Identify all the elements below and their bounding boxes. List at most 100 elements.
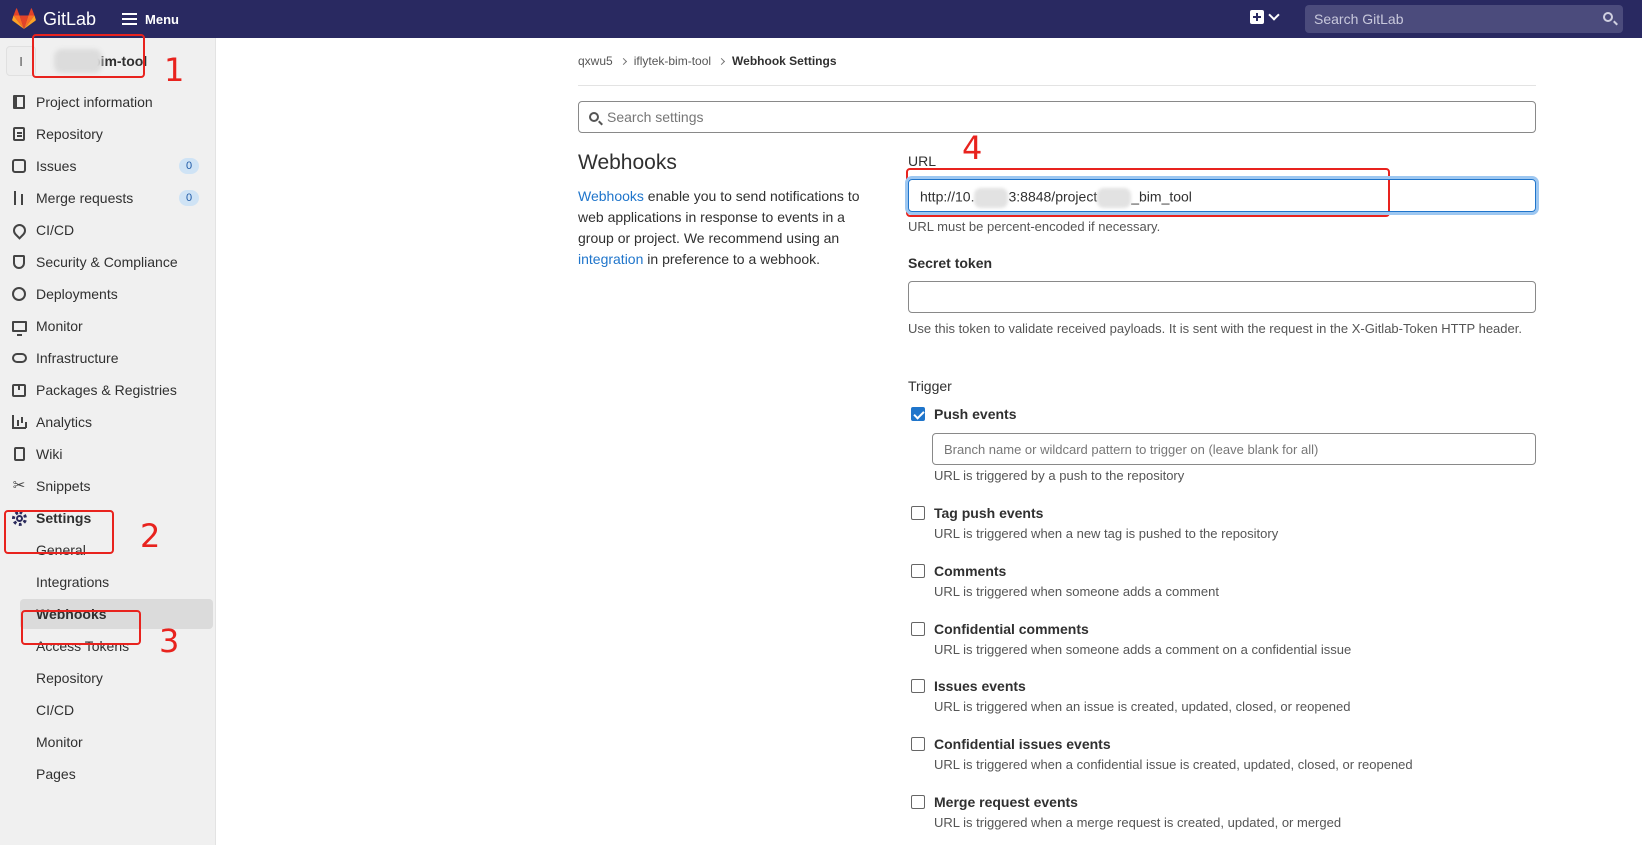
sidebar-item-merge-requests[interactable]: Merge requests 0 <box>0 183 216 213</box>
breadcrumb-project[interactable]: iflytek-bim-tool <box>634 54 711 68</box>
settings-search-input[interactable]: Search settings <box>578 101 1536 133</box>
sidebar-item-cicd[interactable]: CI/CD <box>0 215 216 245</box>
branch-filter-input[interactable]: Branch name or wildcard pattern to trigg… <box>932 433 1536 465</box>
search-icon <box>589 112 599 122</box>
push-events-help: URL is triggered by a push to the reposi… <box>934 468 1185 483</box>
secret-token-input[interactable] <box>908 281 1536 313</box>
url-value-part: _bim_tool <box>1131 188 1192 205</box>
annotation-box-2 <box>4 510 114 554</box>
comments-checkbox[interactable] <box>911 564 925 578</box>
count-badge: 0 <box>179 158 199 174</box>
top-navbar: GitLab Menu Search GitLab <box>0 0 1642 38</box>
tag-push-events-checkbox[interactable] <box>911 506 925 520</box>
sidebar-item-infrastructure[interactable]: Infrastructure <box>0 343 216 373</box>
search-icon <box>1603 12 1613 22</box>
sub-item-label: Pages <box>36 766 76 782</box>
document-icon <box>11 126 27 142</box>
sidebar-item-wiki[interactable]: Wiki <box>0 439 216 469</box>
trigger-label: Trigger <box>908 378 952 394</box>
page-title: Webhooks <box>578 151 677 174</box>
settings-sub-monitor[interactable]: Monitor <box>0 727 216 757</box>
annotation-box-3 <box>21 610 141 645</box>
new-dropdown-button[interactable] <box>1250 9 1280 24</box>
chart-icon <box>11 414 27 430</box>
sub-item-label: Repository <box>36 670 103 686</box>
package-icon <box>11 382 27 398</box>
sidebar-item-analytics[interactable]: Analytics <box>0 407 216 437</box>
count-badge: 0 <box>179 190 199 206</box>
sidebar-item-issues[interactable]: Issues 0 <box>0 151 216 181</box>
settings-sub-integrations[interactable]: Integrations <box>0 567 216 597</box>
sidebar-item-label: Infrastructure <box>36 350 119 366</box>
sidebar-item-label: Security & Compliance <box>36 254 178 270</box>
webhooks-doc-link[interactable]: Webhooks <box>578 188 644 204</box>
sidebar-item-label: Wiki <box>36 446 63 462</box>
hamburger-icon <box>122 13 138 25</box>
global-search-input[interactable]: Search GitLab <box>1305 5 1623 33</box>
sidebar-item-snippets[interactable]: ✂ Snippets <box>0 471 216 501</box>
issues-icon <box>11 158 27 174</box>
breadcrumb-current[interactable]: Webhook Settings <box>732 54 836 68</box>
sidebar-item-monitor[interactable]: Monitor <box>0 311 216 341</box>
sidebar-item-label: Merge requests <box>36 190 134 206</box>
url-input[interactable]: http://10. 3:8848/project _bim_tool <box>908 179 1536 212</box>
confidential-comments-label[interactable]: Confidential comments <box>934 621 1089 637</box>
branch-filter-placeholder: Branch name or wildcard pattern to trigg… <box>944 442 1319 457</box>
comments-label[interactable]: Comments <box>934 563 1006 579</box>
push-events-checkbox[interactable] <box>911 407 925 421</box>
merge-request-events-checkbox[interactable] <box>911 795 925 809</box>
tag-push-events-label[interactable]: Tag push events <box>934 505 1043 521</box>
wiki-icon <box>11 446 27 462</box>
annotation-number-3: 3 <box>159 622 180 660</box>
sidebar-item-repository[interactable]: Repository <box>0 119 216 149</box>
divider <box>578 85 1536 86</box>
menu-button[interactable]: Menu <box>122 12 179 27</box>
sidebar-item-deployments[interactable]: Deployments <box>0 279 216 309</box>
merge-request-events-help: URL is triggered when a merge request is… <box>934 815 1342 830</box>
settings-search-placeholder: Search settings <box>607 109 704 125</box>
gitlab-logo[interactable]: GitLab <box>12 8 96 30</box>
sidebar-item-label: Monitor <box>36 318 83 334</box>
annotation-box-1 <box>32 34 145 78</box>
annotation-number-1: 1 <box>164 51 185 89</box>
url-label: URL <box>908 153 937 169</box>
secret-token-help: Use this token to validate received payl… <box>908 321 1522 336</box>
sub-item-label: Monitor <box>36 734 83 750</box>
scissors-icon: ✂ <box>12 477 26 494</box>
merge-request-events-label[interactable]: Merge request events <box>934 794 1078 810</box>
blurred-region <box>974 188 1009 208</box>
breadcrumb-user[interactable]: qxwu5 <box>578 54 613 68</box>
blurred-region <box>1097 188 1132 208</box>
sidebar-item-label: Packages & Registries <box>36 382 177 398</box>
gitlab-fox-icon <box>12 8 36 29</box>
sidebar-item-label: Issues <box>36 158 77 174</box>
menu-label: Menu <box>145 11 179 27</box>
issues-events-help: URL is triggered when an issue is create… <box>934 699 1351 714</box>
comments-help: URL is triggered when someone adds a com… <box>934 584 1219 599</box>
sidebar-item-project-information[interactable]: Project information <box>0 87 216 117</box>
sidebar-item-label: CI/CD <box>36 222 75 238</box>
settings-sub-pages[interactable]: Pages <box>0 759 216 789</box>
annotation-number-4: 4 <box>962 129 983 167</box>
sidebar-item-packages-registries[interactable]: Packages & Registries <box>0 375 216 405</box>
description-text: in preference to a webhook. <box>643 251 821 267</box>
deployments-icon <box>11 286 27 302</box>
issues-events-label[interactable]: Issues events <box>934 678 1026 694</box>
tag-push-events-help: URL is triggered when a new tag is pushe… <box>934 526 1279 541</box>
sidebar-item-label: Analytics <box>36 414 93 430</box>
confidential-issues-events-checkbox[interactable] <box>911 737 925 751</box>
confidential-issues-events-label[interactable]: Confidential issues events <box>934 736 1111 752</box>
confidential-comments-checkbox[interactable] <box>911 622 925 636</box>
sidebar-item-security-compliance[interactable]: Security & Compliance <box>0 247 216 277</box>
url-value-part: http://10. <box>920 188 975 205</box>
plus-square-icon <box>1250 10 1264 24</box>
issues-events-checkbox[interactable] <box>911 679 925 693</box>
settings-sub-repository[interactable]: Repository <box>0 663 216 693</box>
webhooks-description: Webhooks enable you to send notification… <box>578 186 868 270</box>
sidebar-item-label: Snippets <box>36 478 91 494</box>
breadcrumb: qxwu5 iflytek-bim-tool Webhook Settings <box>578 54 837 68</box>
push-events-label[interactable]: Push events <box>934 406 1016 422</box>
url-help-text: URL must be percent-encoded if necessary… <box>908 219 1161 234</box>
integration-link[interactable]: integration <box>578 251 643 267</box>
settings-sub-cicd[interactable]: CI/CD <box>0 695 216 725</box>
